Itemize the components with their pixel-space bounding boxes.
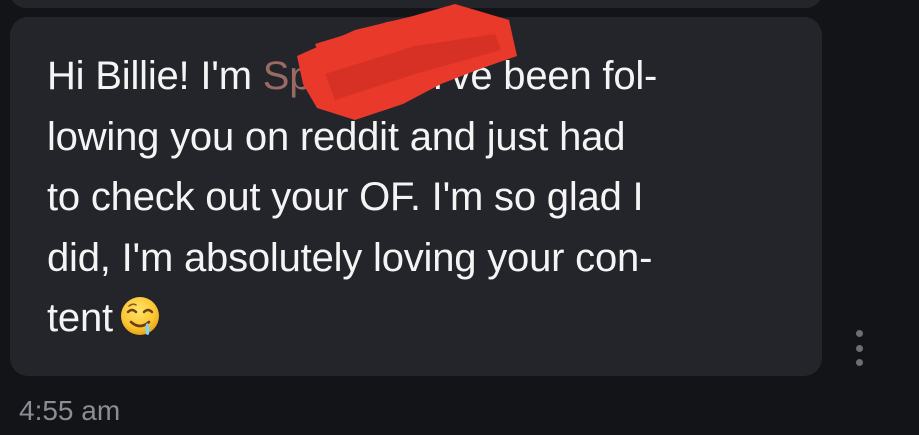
- conversation-screen: Hi Billie! I'm Spencer! I've been fol- l…: [0, 0, 919, 435]
- redacted-name: Spencer!: [262, 54, 422, 98]
- message-line-4: did, I'm absolutely loving your con-: [47, 235, 653, 280]
- message-line-1: Hi Billie! I'm Spencer! I've been fol-: [47, 54, 658, 98]
- previous-message-bubble[interactable]: [10, 0, 822, 8]
- message-line-2: lowing you on reddit and just had: [47, 114, 626, 159]
- drooling-face-emoji: [119, 295, 161, 337]
- more-vert-icon: [855, 330, 863, 337]
- more-vert-icon-dot: [855, 344, 863, 352]
- more-options-button[interactable]: [846, 330, 872, 366]
- message-timestamp: 4:55 am: [19, 395, 121, 426]
- message-line-3: to check out your OF. I'm so glad I: [47, 175, 644, 219]
- message-text[interactable]: Hi Billie! I'm Spencer! I've been fol- l…: [47, 46, 787, 349]
- message-line-5: tent: [47, 288, 787, 349]
- more-vert-icon-dot: [855, 359, 863, 366]
